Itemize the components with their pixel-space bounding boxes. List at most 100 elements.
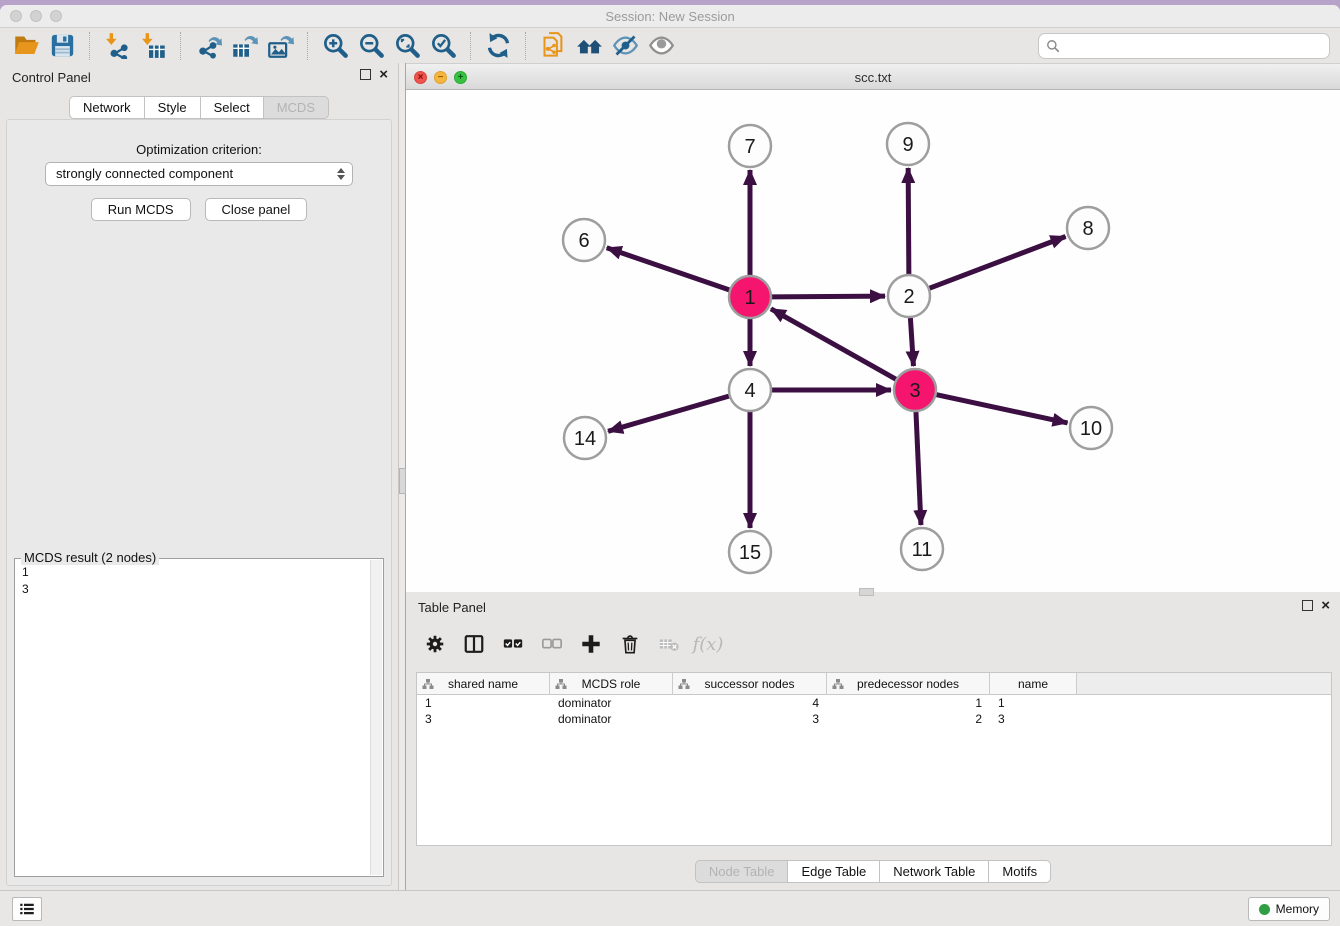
graph-node-7[interactable]: 7	[729, 125, 771, 167]
import-network-button[interactable]	[99, 30, 135, 61]
column-header-predecessor-nodes[interactable]: predecessor nodes	[827, 673, 990, 694]
hide-selected-button[interactable]	[607, 30, 643, 61]
optimization-criterion-label: Optimization criterion:	[7, 142, 391, 157]
graph-edge-3-1[interactable]	[771, 309, 896, 379]
save-session-button[interactable]	[44, 30, 80, 61]
cell-predecessor-nodes[interactable]: 1	[827, 695, 990, 711]
main-area: Control Panel × NetworkStyleSelectMCDS O…	[0, 63, 1340, 890]
graph-edges	[607, 168, 1068, 528]
table-row[interactable]: 3dominator323	[417, 711, 1331, 727]
graph-edge-2-3[interactable]	[910, 318, 913, 366]
graph-edge-3-11[interactable]	[916, 412, 921, 525]
select-all-button[interactable]	[498, 629, 528, 659]
network-canvas[interactable]: 7 9 6 8 1 2 4 3 14 10 15 11	[406, 90, 1340, 592]
cell-mcds-role[interactable]: dominator	[550, 695, 673, 711]
column-header-shared-name[interactable]: shared name	[417, 673, 550, 694]
graph-node-10[interactable]: 10	[1070, 407, 1112, 449]
graph-node-15[interactable]: 15	[729, 531, 771, 573]
mcds-panel: Optimization criterion: strongly connect…	[6, 119, 392, 886]
cell-name[interactable]: 1	[990, 695, 1077, 711]
memory-status-icon	[1259, 904, 1270, 915]
network-window-titlebar[interactable]: × − + scc.txt	[406, 63, 1340, 90]
main-toolbar	[0, 28, 1340, 63]
graph-node-4[interactable]: 4	[729, 369, 771, 411]
column-header-successor-nodes[interactable]: successor nodes	[673, 673, 827, 694]
graph-node-2[interactable]: 2	[888, 275, 930, 317]
splitter-grip[interactable]	[399, 468, 406, 494]
table-tab-node-table[interactable]: Node Table	[695, 860, 789, 883]
cell-name[interactable]: 3	[990, 711, 1077, 727]
import-table-button[interactable]	[135, 30, 171, 61]
svg-text:7: 7	[744, 136, 755, 158]
column-header-name[interactable]: name	[990, 673, 1077, 694]
graph-edge-2-8[interactable]	[930, 237, 1066, 289]
column-header-mcds-role[interactable]: MCDS role	[550, 673, 673, 694]
search-input[interactable]	[1060, 36, 1329, 56]
close-panel-button[interactable]: Close panel	[205, 198, 308, 221]
table-settings-button[interactable]	[420, 629, 450, 659]
show-graphics-button[interactable]	[643, 30, 679, 61]
cell-shared-name[interactable]: 3	[417, 711, 550, 727]
float-panel-icon[interactable]	[360, 69, 371, 80]
graph-node-3[interactable]: 3	[894, 369, 936, 411]
graph-edge-2-9[interactable]	[908, 168, 909, 274]
graph-edge-1-2[interactable]	[772, 296, 885, 297]
export-table-button[interactable]	[226, 30, 262, 61]
tab-mcds[interactable]: MCDS	[264, 96, 329, 119]
table-tab-network-table[interactable]: Network Table	[880, 860, 989, 883]
graph-node-1[interactable]: 1	[729, 276, 771, 318]
search-icon	[1046, 39, 1060, 53]
cell-successor-nodes[interactable]: 3	[673, 711, 827, 727]
refresh-layout-button[interactable]	[480, 30, 516, 61]
table-row[interactable]: 1dominator411	[417, 695, 1331, 711]
export-network-button[interactable]	[190, 30, 226, 61]
cell-predecessor-nodes[interactable]: 2	[827, 711, 990, 727]
node-table-body: 1dominator4113dominator323	[417, 695, 1331, 727]
export-image-button[interactable]	[262, 30, 298, 61]
function-builder-button: f(x)	[693, 629, 723, 659]
panel-splitter[interactable]	[398, 63, 406, 890]
graph-edge-3-10[interactable]	[937, 395, 1068, 423]
close-panel-icon[interactable]: ×	[379, 69, 388, 80]
show-columns-button[interactable]	[459, 629, 489, 659]
close-table-panel-icon[interactable]: ×	[1321, 600, 1330, 611]
graph-node-11[interactable]: 11	[901, 528, 943, 570]
cell-mcds-role[interactable]: dominator	[550, 711, 673, 727]
graph-edge-4-14[interactable]	[608, 396, 729, 431]
zoom-selected-button[interactable]	[425, 30, 461, 61]
table-tab-edge-table[interactable]: Edge Table	[788, 860, 880, 883]
node-table-header: shared nameMCDS rolesuccessor nodesprede…	[417, 673, 1331, 695]
graph-edge-1-6[interactable]	[607, 248, 729, 290]
unselect-all-button[interactable]	[537, 629, 567, 659]
mcds-result-text[interactable]: 1 3	[22, 564, 29, 598]
open-session-button[interactable]	[8, 30, 44, 61]
memory-button[interactable]: Memory	[1248, 897, 1330, 921]
delete-column-button[interactable]	[615, 629, 645, 659]
horizontal-splitter-grip[interactable]	[859, 588, 874, 596]
first-neighbors-button[interactable]	[571, 30, 607, 61]
tab-select[interactable]: Select	[201, 96, 264, 119]
table-panel: Table Panel ×	[406, 592, 1340, 890]
tab-network[interactable]: Network	[69, 96, 145, 119]
zoom-out-button[interactable]	[353, 30, 389, 61]
graph-node-6[interactable]: 6	[563, 219, 605, 261]
zoom-in-button[interactable]	[317, 30, 353, 61]
zoom-fit-button[interactable]	[389, 30, 425, 61]
result-scrollbar[interactable]	[370, 560, 382, 875]
cell-successor-nodes[interactable]: 4	[673, 695, 827, 711]
window-title: Session: New Session	[0, 9, 1340, 24]
select-stepper-icon	[335, 166, 346, 182]
task-history-button[interactable]	[12, 897, 42, 921]
add-column-button[interactable]	[576, 629, 606, 659]
graph-node-9[interactable]: 9	[887, 123, 929, 165]
graph-node-8[interactable]: 8	[1067, 207, 1109, 249]
clone-network-button[interactable]	[535, 30, 571, 61]
table-tab-motifs[interactable]: Motifs	[989, 860, 1051, 883]
tab-style[interactable]: Style	[145, 96, 201, 119]
optimization-criterion-select[interactable]: strongly connected component	[45, 162, 353, 186]
cell-shared-name[interactable]: 1	[417, 695, 550, 711]
float-table-panel-icon[interactable]	[1302, 600, 1313, 611]
tree-icon	[422, 678, 434, 690]
run-mcds-button[interactable]: Run MCDS	[91, 198, 191, 221]
graph-node-14[interactable]: 14	[564, 417, 606, 459]
